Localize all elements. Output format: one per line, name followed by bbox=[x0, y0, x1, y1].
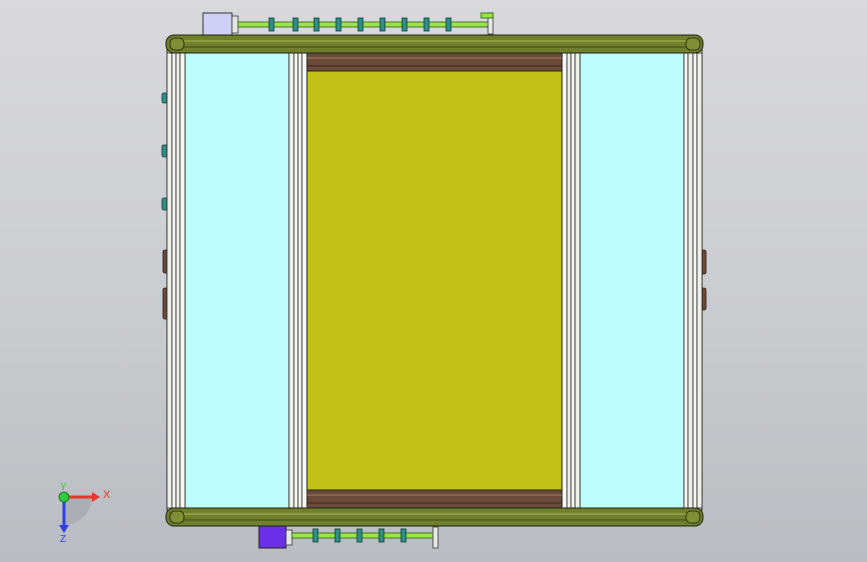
top-roller bbox=[423, 17, 430, 32]
coordinate-triad[interactable]: X Y Z bbox=[58, 482, 111, 545]
bottom-motor-flange bbox=[285, 529, 293, 546]
left-outer-post[interactable] bbox=[166, 52, 186, 509]
center-panel[interactable] bbox=[306, 70, 563, 491]
triad-x-label: X bbox=[103, 489, 111, 501]
triad-z-arrow bbox=[59, 525, 69, 533]
top-rollers bbox=[268, 17, 452, 32]
left-glass-panel[interactable] bbox=[184, 52, 290, 509]
bottom-roller bbox=[356, 528, 363, 543]
bottom-crossbeam[interactable] bbox=[306, 489, 563, 509]
left-inner-post[interactable] bbox=[288, 52, 308, 509]
top-roller bbox=[357, 17, 364, 32]
top-roller bbox=[313, 17, 320, 32]
top-roller bbox=[268, 17, 275, 32]
bottom-roller bbox=[334, 528, 341, 543]
bottom-shaft-end-bracket[interactable] bbox=[432, 526, 439, 549]
triad-shadow bbox=[64, 497, 92, 525]
triad-y-origin bbox=[58, 491, 70, 503]
model-canvas[interactable]: X Y Z bbox=[0, 0, 867, 562]
top-motor-block[interactable] bbox=[202, 12, 233, 36]
triad-y-label: Y bbox=[60, 482, 67, 493]
right-inner-post[interactable] bbox=[561, 52, 581, 509]
bottom-drive-assembly[interactable] bbox=[258, 525, 439, 549]
top-roller bbox=[379, 17, 386, 32]
top-motor-flange bbox=[231, 15, 239, 34]
bottom-roller bbox=[378, 528, 385, 543]
top-drive-assembly[interactable] bbox=[202, 12, 494, 36]
top-rail[interactable] bbox=[165, 34, 704, 54]
top-drive-shaft[interactable] bbox=[237, 21, 491, 28]
top-roller bbox=[445, 17, 452, 32]
bottom-rail[interactable] bbox=[165, 507, 704, 527]
right-glass-panel[interactable] bbox=[579, 52, 685, 509]
triad-x-arrow bbox=[92, 492, 100, 502]
bottom-roller bbox=[400, 528, 407, 543]
top-roller bbox=[401, 17, 408, 32]
triad-z-label: Z bbox=[60, 534, 66, 545]
top-crossbeam[interactable] bbox=[306, 52, 563, 72]
bottom-motor-block[interactable] bbox=[258, 525, 287, 549]
top-roller bbox=[292, 17, 299, 32]
cad-viewport[interactable]: X Y Z bbox=[0, 0, 867, 562]
top-roller bbox=[335, 17, 342, 32]
top-shaft-end-cap bbox=[480, 12, 494, 19]
bottom-roller bbox=[312, 528, 319, 543]
right-outer-post[interactable] bbox=[683, 52, 703, 509]
